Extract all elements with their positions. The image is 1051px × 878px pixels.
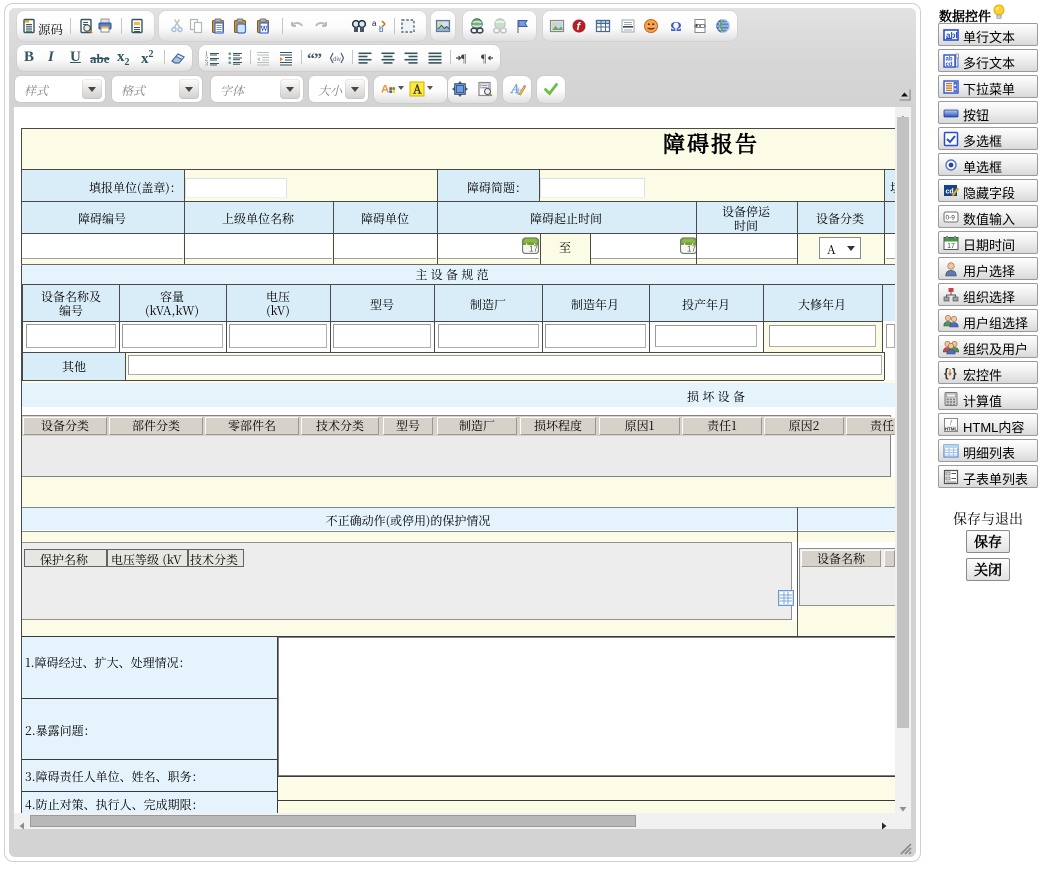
svg-text:0-9: 0-9 <box>946 215 956 222</box>
svg-text:17: 17 <box>947 243 955 250</box>
svg-text:{: { <box>944 366 949 380</box>
svg-text:3: 3 <box>205 60 208 67</box>
svg-text:HTML: HTML <box>945 427 958 432</box>
svg-text:div: div <box>333 54 341 63</box>
svg-text:W: W <box>259 24 268 34</box>
svg-text:A: A <box>381 84 389 96</box>
svg-text:”: ” <box>314 51 322 66</box>
svg-text:A: A <box>412 81 422 97</box>
svg-text:cd: cd <box>946 62 953 68</box>
svg-text:ƒ: ƒ <box>950 420 953 426</box>
svg-text:¶: ¶ <box>461 51 467 65</box>
svg-text:}: } <box>952 366 957 380</box>
svg-text:¶: ¶ <box>481 51 487 65</box>
svg-text:Ω: Ω <box>670 20 681 34</box>
svg-text:a: a <box>372 18 377 29</box>
